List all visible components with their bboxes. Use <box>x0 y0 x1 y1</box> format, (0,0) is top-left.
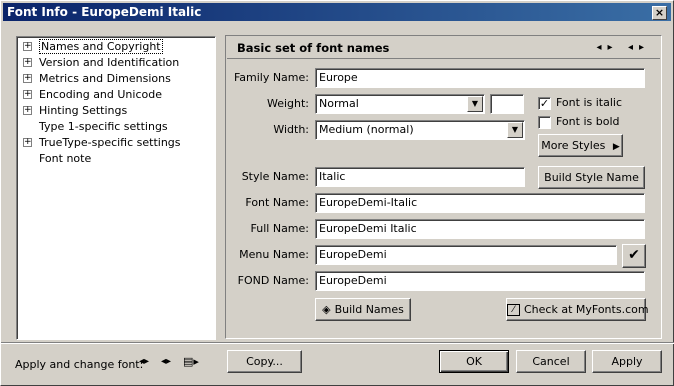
style-name-field[interactable]: Italic <box>315 167 525 187</box>
apply-change-font-label: Apply and change font: <box>15 358 144 371</box>
next-font-icon[interactable]: ◂▸ <box>161 356 171 367</box>
tree-item-label: Type 1-specific settings <box>39 120 168 133</box>
more-styles-button[interactable]: More Styles ▶ <box>538 134 623 157</box>
expand-plus-icon[interactable]: + <box>23 74 32 83</box>
arrow-right-icon: ▶ <box>612 142 620 152</box>
font-name-label: Font Name: <box>245 196 309 209</box>
copy-button[interactable]: Copy... <box>227 350 302 373</box>
title-bar: Font Info - EuropeDemi Italic × <box>3 3 671 21</box>
tree-item[interactable]: Font note <box>17 151 215 167</box>
tree-item[interactable]: + Hinting Settings <box>17 103 215 119</box>
full-name-label: Full Name: <box>250 222 309 235</box>
weight-label: Weight: <box>266 97 309 110</box>
check-myfonts-button[interactable]: ⁄ Check at MyFonts.com <box>506 298 649 321</box>
font-list-icon[interactable]: ▤▸ <box>183 355 199 368</box>
bold-check-box <box>538 116 551 129</box>
tree-item[interactable]: + Encoding and Unicode <box>17 87 215 103</box>
font-info-dialog: Font Info - EuropeDemi Italic × + Names a… <box>0 0 674 386</box>
tree-item-label: Metrics and Dimensions <box>39 72 171 85</box>
italic-check-icon: ✓ <box>538 97 551 110</box>
weight-number-field[interactable] <box>490 94 524 114</box>
full-name-field[interactable]: EuropeDemi Italic <box>315 219 645 239</box>
panel-title: Basic set of font names <box>237 41 390 55</box>
expand-plus-icon[interactable]: + <box>23 106 32 115</box>
fond-name-field[interactable]: EuropeDemi <box>315 271 645 291</box>
tree-item-label: Encoding and Unicode <box>39 88 162 101</box>
tree-item-label: Version and Identification <box>39 56 180 69</box>
width-label: Width: <box>273 123 309 136</box>
close-button[interactable]: × <box>652 6 667 20</box>
width-value: Medium (normal) <box>319 123 414 136</box>
expand-plus-icon[interactable]: + <box>23 138 32 147</box>
tree-item-label: Hinting Settings <box>39 104 128 117</box>
diamond-arrow-icon: ◈ <box>322 303 331 316</box>
style-name-label: Style Name: <box>241 170 309 183</box>
panel-header: Basic set of font names ◂▸ ◂▸ <box>227 37 660 59</box>
expand-plus-icon[interactable]: + <box>23 42 32 51</box>
expand-plus-icon[interactable]: + <box>23 58 32 67</box>
tree-item-label: TrueType-specific settings <box>39 136 181 149</box>
weight-value: Normal <box>319 97 359 110</box>
italic-label: Font is italic <box>556 96 622 109</box>
tree-item-label: Names and Copyright <box>39 39 163 54</box>
font-name-field[interactable]: EuropeDemi-Italic <box>315 193 645 213</box>
width-select[interactable]: Medium (normal) ▼ <box>315 120 525 140</box>
more-styles-label: More Styles <box>541 139 606 152</box>
tree-item[interactable]: + Version and Identification <box>17 55 215 71</box>
family-name-field[interactable]: Europe <box>315 68 645 88</box>
cancel-button[interactable]: Cancel <box>516 350 586 373</box>
tree-item[interactable]: + Names and Copyright <box>17 39 215 55</box>
ok-button[interactable]: OK <box>439 350 509 373</box>
tree-item[interactable]: Type 1-specific settings <box>17 119 215 135</box>
category-tree: + Names and Copyright + Version and Identif… <box>16 36 216 340</box>
panel-nav-arrows[interactable]: ◂▸ ◂▸ <box>596 37 650 59</box>
checkmark-icon[interactable]: ✔ <box>622 244 646 268</box>
apply-button[interactable]: Apply <box>592 350 662 373</box>
check-myfonts-label: Check at MyFonts.com <box>524 303 649 316</box>
build-names-button[interactable]: ◈ Build Names <box>315 298 411 321</box>
weight-dropdown-icon[interactable]: ▼ <box>467 96 483 112</box>
footer-separator <box>1 342 674 344</box>
menu-name-field[interactable]: EuropeDemi <box>315 245 617 265</box>
family-name-label: Family Name: <box>233 71 309 84</box>
expand-plus-icon[interactable]: + <box>23 90 32 99</box>
bold-label: Font is bold <box>556 115 620 128</box>
italic-checkbox[interactable]: ✓ Font is italic <box>538 95 622 111</box>
bold-checkbox[interactable]: Font is bold <box>538 114 619 130</box>
fond-name-label: FOND Name: <box>237 274 309 287</box>
chart-icon: ⁄ <box>507 304 520 316</box>
build-style-name-button[interactable]: Build Style Name <box>538 166 645 189</box>
weight-select[interactable]: Normal ▼ <box>315 94 485 114</box>
tree-item-label: Font note <box>39 152 92 165</box>
menu-name-label: Menu Name: <box>239 248 309 261</box>
build-names-label: Build Names <box>334 303 404 316</box>
tree-item[interactable]: + TrueType-specific settings <box>17 135 215 151</box>
tree-item[interactable]: + Metrics and Dimensions <box>17 71 215 87</box>
window-title: Font Info - EuropeDemi Italic <box>7 5 202 19</box>
width-dropdown-icon[interactable]: ▼ <box>507 122 523 138</box>
prev-font-icon[interactable]: ◂▸ <box>139 356 149 367</box>
